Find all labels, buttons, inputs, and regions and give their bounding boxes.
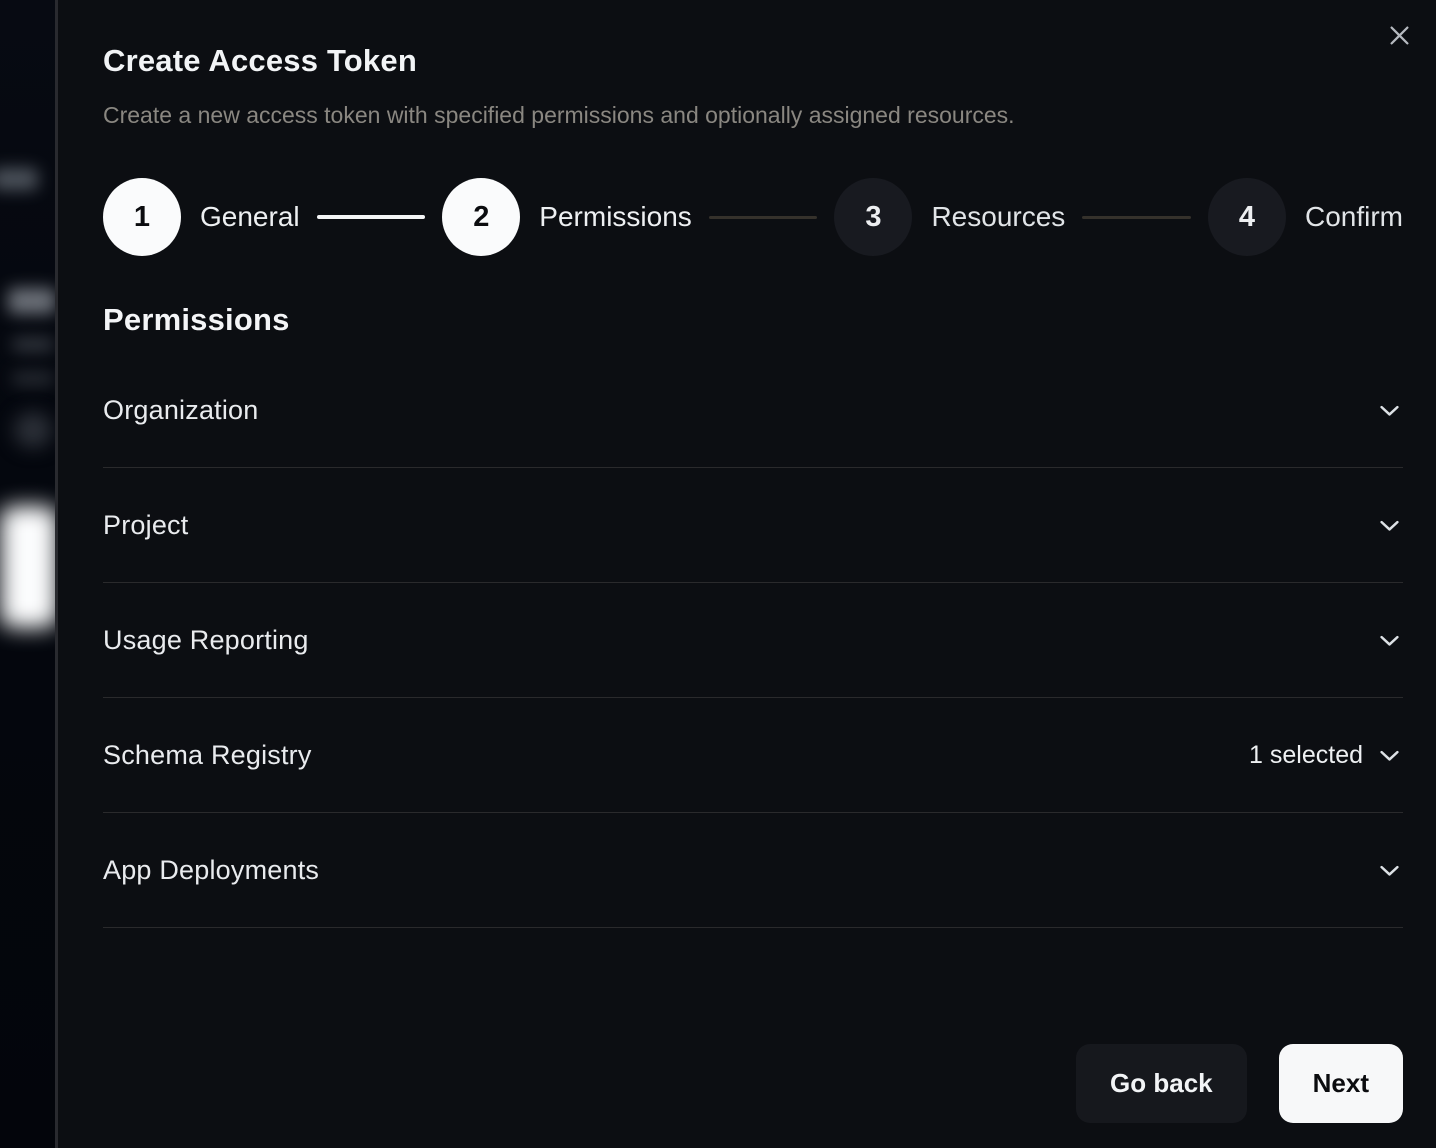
stepper-connector <box>1082 216 1191 219</box>
selected-count-badge: 1 selected <box>1249 741 1363 770</box>
permission-group-app-deployments[interactable]: App Deployments <box>103 813 1403 928</box>
close-icon <box>1386 22 1413 49</box>
chevron-down-icon <box>1376 512 1403 539</box>
permission-group-label: Schema Registry <box>103 740 312 771</box>
go-back-button[interactable]: Go back <box>1076 1044 1247 1123</box>
step-label: Confirm <box>1305 201 1403 233</box>
chevron-down-icon <box>1376 742 1403 769</box>
blurred-page-text <box>12 338 54 351</box>
next-button[interactable]: Next <box>1279 1044 1403 1123</box>
blurred-page-text <box>8 288 56 314</box>
permission-groups-list: Organization Project Usage Reporting <box>103 353 1403 928</box>
stepper-step-general[interactable]: 1 General <box>103 178 300 256</box>
step-number-circle: 1 <box>103 178 181 256</box>
stepper: 1 General 2 Permissions 3 Resources 4 Co… <box>103 178 1403 256</box>
step-label: General <box>200 201 300 233</box>
modal-footer: Go back Next <box>1076 1044 1403 1123</box>
blurred-page-icon <box>14 412 52 448</box>
chevron-down-icon <box>1376 397 1403 424</box>
stepper-connector <box>709 216 818 219</box>
permission-group-label: App Deployments <box>103 855 319 886</box>
chevron-down-icon <box>1376 627 1403 654</box>
permission-group-label: Organization <box>103 395 259 426</box>
blurred-page-card <box>0 506 58 628</box>
step-number-circle: 4 <box>1208 178 1286 256</box>
permission-group-usage-reporting[interactable]: Usage Reporting <box>103 583 1403 698</box>
permission-group-controls <box>1376 857 1403 884</box>
close-button[interactable] <box>1382 18 1416 52</box>
permission-group-organization[interactable]: Organization <box>103 353 1403 468</box>
step-label: Permissions <box>539 201 691 233</box>
step-number-circle: 2 <box>442 178 520 256</box>
stepper-step-permissions[interactable]: 2 Permissions <box>442 178 691 256</box>
stepper-step-confirm[interactable]: 4 Confirm <box>1208 178 1403 256</box>
step-label: Resources <box>931 201 1065 233</box>
permission-group-controls <box>1376 627 1403 654</box>
stepper-step-resources[interactable]: 3 Resources <box>834 178 1065 256</box>
step-number-circle: 3 <box>834 178 912 256</box>
permission-group-controls: 1 selected <box>1249 741 1403 770</box>
permission-group-label: Usage Reporting <box>103 625 309 656</box>
chevron-down-icon <box>1376 857 1403 884</box>
modal-title: Create Access Token <box>103 42 1403 80</box>
permission-group-project[interactable]: Project <box>103 468 1403 583</box>
blurred-page-text <box>0 168 38 190</box>
modal-subtitle: Create a new access token with specified… <box>103 100 1403 130</box>
create-access-token-modal: Create Access Token Create a new access … <box>55 0 1436 1148</box>
permission-group-controls <box>1376 512 1403 539</box>
permission-group-controls <box>1376 397 1403 424</box>
permissions-heading: Permissions <box>103 302 1403 338</box>
stepper-connector <box>317 215 426 219</box>
permission-group-label: Project <box>103 510 188 541</box>
blurred-page-text <box>12 372 54 385</box>
permission-group-schema-registry[interactable]: Schema Registry 1 selected <box>103 698 1403 813</box>
